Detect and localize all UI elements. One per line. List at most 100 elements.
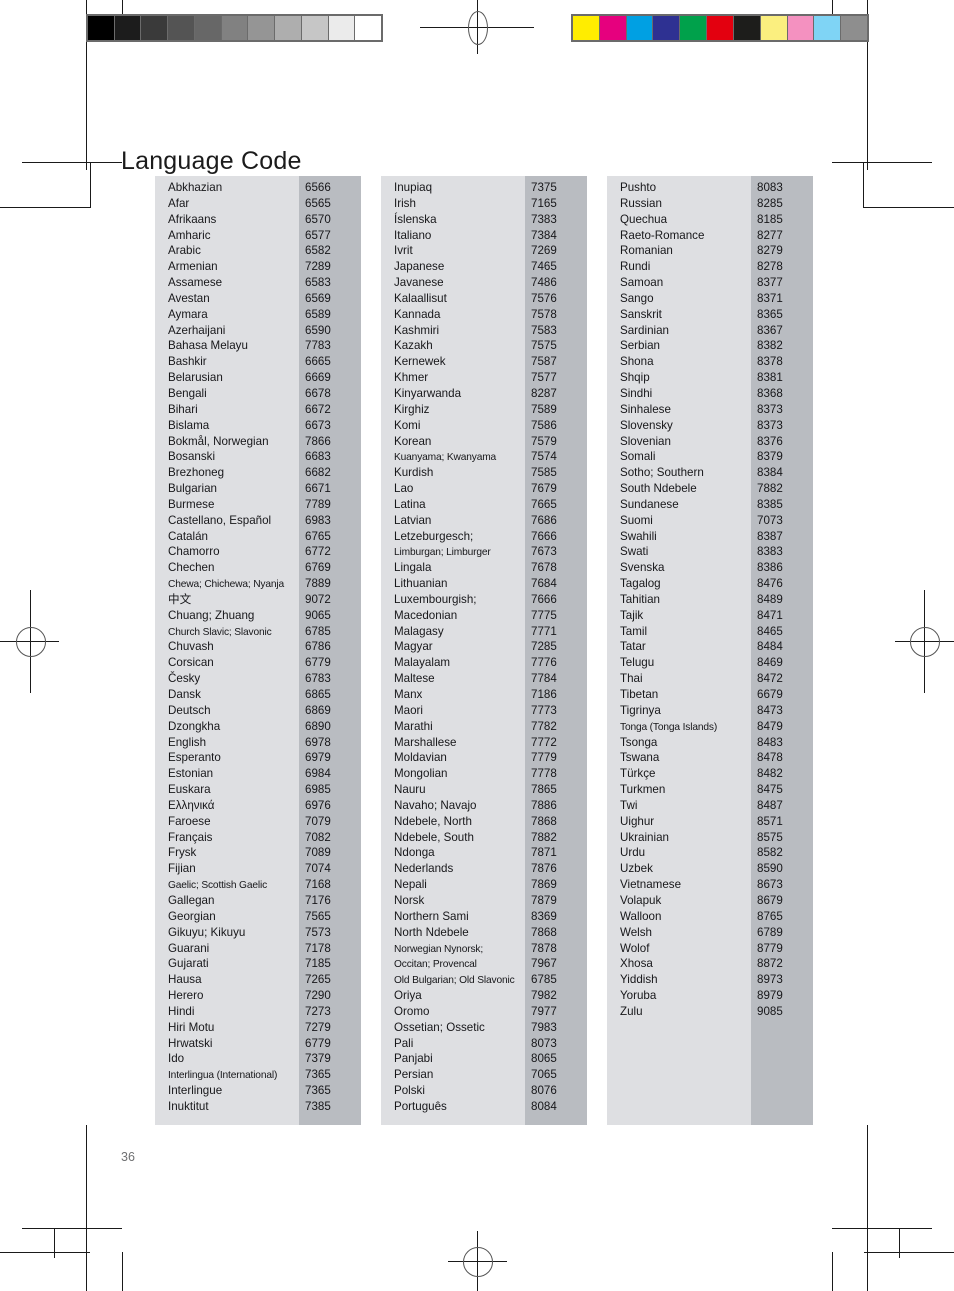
color-swatch-5 [706,16,733,40]
language-name: Castellano, Español [168,513,272,527]
language-code: 7185 [305,957,331,971]
language-name: Sanskrit [620,307,662,321]
language-code: 7589 [531,402,557,416]
language-code: 8872 [757,957,783,971]
language-code: 7168 [305,878,331,892]
color-swatch-4 [679,16,707,40]
language-name: Sango [620,291,654,305]
language-code: 7384 [531,228,557,242]
language-code: 6772 [305,545,331,559]
language-code: 6679 [757,688,783,701]
language-name: Urdu [620,846,646,860]
table-row: Português 8084 [381,1099,587,1115]
table-row: Armenian 7289 [155,259,361,275]
table-row: Kinyarwanda 8287 [381,386,587,402]
language-name: Ndonga [394,846,435,860]
language-code: 6979 [305,751,331,765]
table-row: Limburgan; Limburger 7673 [381,544,587,560]
language-code: 7273 [305,1004,331,1018]
language-name: Panjabi [394,1052,433,1066]
table-row: Belarusian 6669 [155,370,361,386]
language-name: Yiddish [620,973,658,987]
table-row: Magyar 7285 [381,639,587,655]
language-code: 7486 [531,276,557,290]
table-row: Pali 8073 [381,1036,587,1052]
language-code: 7465 [531,260,557,274]
language-name: Malagasy [394,624,444,638]
language-name: Catalán [168,529,208,543]
language-code: 7285 [531,640,557,654]
language-name: Mongolian [394,767,448,781]
language-code: 7269 [531,244,557,258]
language-code: 8278 [757,260,783,274]
language-code: 6865 [305,688,331,701]
table-row: English 6978 [155,735,361,751]
color-swatch-7 [759,16,787,40]
language-code: 7865 [531,783,557,797]
language-code: 6783 [305,672,331,686]
language-code: 8475 [757,783,783,797]
language-name: Gaelic; Scottish Gaelic [168,880,268,892]
language-code: 7074 [305,862,331,876]
table-row: Castellano, Español 6983 [155,513,361,529]
table-row: Kuanyama; Kwanyama 7574 [381,449,587,465]
language-code: 7783 [305,339,331,353]
language-code: 8779 [757,941,783,955]
table-row: Rundi 8278 [607,259,813,275]
table-row: Fijian 7074 [155,861,361,877]
language-code: 7079 [305,814,331,828]
color-swatch-2 [625,16,653,40]
language-name: Gallegan [168,893,215,907]
table-row: Sundanese 8385 [607,497,813,513]
language-code: 7868 [531,925,557,939]
language-code: 7186 [531,688,557,701]
language-code: 7290 [305,989,331,1003]
language-code: 8473 [757,703,783,717]
language-name: Português [394,1099,447,1113]
language-name: Nederlands [394,862,454,876]
table-row: Shqip 8381 [607,370,813,386]
language-name: Serbian [620,339,660,353]
language-code: 7868 [531,814,557,828]
language-name: Faroese [168,814,211,828]
language-code: 6669 [305,371,331,385]
language-name: Swahili [620,529,657,543]
table-row: Latina 7665 [381,497,587,513]
language-name: Tonga (Tonga Islands) [620,721,718,733]
language-code: 7385 [305,1099,331,1113]
table-row: Shona 8378 [607,354,813,370]
language-code: 7365 [305,1068,331,1082]
language-code: 6869 [305,703,331,717]
language-code: 8279 [757,244,783,258]
language-name: Pali [394,1036,414,1050]
table-row: Russian 8285 [607,196,813,212]
language-name: Hindi [168,1004,195,1018]
language-code: 8386 [757,561,783,575]
table-row: Mongolian 7778 [381,766,587,782]
language-code: 6678 [305,386,331,400]
language-code: 6565 [305,196,331,210]
color-swatch-8 [786,16,814,40]
language-code: 9065 [305,608,331,622]
table-row: Svenska 8386 [607,560,813,576]
table-row: Bosanski 6683 [155,449,361,465]
language-name: Chechen [168,561,215,575]
language-code: 7869 [531,878,557,892]
table-row: Yoruba 8979 [607,988,813,1004]
table-row: Volapuk 8679 [607,893,813,909]
language-code: 8376 [757,434,783,448]
table-row: Corsican 6779 [155,655,361,671]
language-name: Bulgarian [168,482,217,496]
table-row: Swati 8383 [607,544,813,560]
language-name: Kinyarwanda [394,386,462,400]
table-row: Kashmiri 7583 [381,323,587,339]
table-row: Amharic 6577 [155,228,361,244]
language-code: 6589 [305,307,331,321]
table-row: Íslenska 7383 [381,212,587,228]
table-row: Marshallese 7772 [381,735,587,751]
language-code: 7178 [305,941,331,955]
language-name: Swati [620,545,649,559]
language-code: 7082 [305,830,331,844]
table-row: Esperanto 6979 [155,750,361,766]
language-code: 7574 [531,450,557,464]
